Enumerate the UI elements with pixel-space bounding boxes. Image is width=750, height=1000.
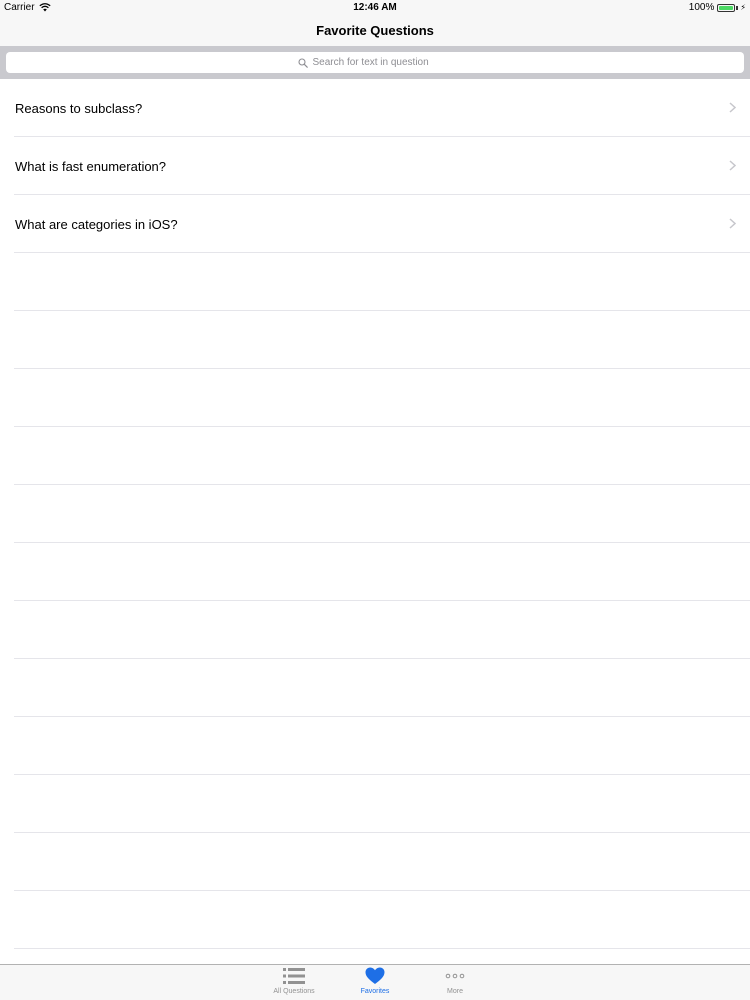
- battery-percent: 100%: [688, 2, 715, 13]
- empty-row: [0, 311, 750, 369]
- empty-row: [0, 659, 750, 717]
- empty-row: [0, 717, 750, 775]
- empty-row: [0, 369, 750, 427]
- charging-icon: ⚡: [740, 3, 746, 12]
- search-bar: [0, 46, 750, 79]
- question-list: Reasons to subclass? What is fast enumera…: [0, 79, 750, 949]
- empty-row: [0, 833, 750, 891]
- empty-row: [0, 775, 750, 833]
- list-icon: [283, 968, 305, 984]
- question-label: What is fast enumeration?: [15, 158, 167, 174]
- search-field[interactable]: [6, 52, 744, 73]
- tab-label: Favorites: [360, 988, 390, 995]
- question-row[interactable]: Reasons to subclass?: [0, 79, 750, 137]
- empty-row: [0, 543, 750, 601]
- tab-bar: All Questions Favorites More: [0, 964, 750, 1000]
- heart-icon: [365, 967, 385, 984]
- chevron-right-icon: [729, 218, 736, 229]
- search-input[interactable]: [312, 57, 453, 68]
- more-icon: [445, 973, 465, 979]
- empty-row: [0, 427, 750, 485]
- empty-row: [0, 891, 750, 949]
- search-icon: [297, 57, 308, 68]
- empty-row: [0, 601, 750, 659]
- tab-all-questions[interactable]: All Questions: [254, 967, 334, 995]
- tab-label: All Questions: [273, 988, 315, 995]
- question-row[interactable]: What is fast enumeration?: [0, 137, 750, 195]
- question-label: Reasons to subclass?: [15, 100, 143, 116]
- battery-fill: [719, 5, 734, 10]
- tab-label: More: [447, 988, 463, 995]
- chevron-right-icon: [729, 102, 736, 113]
- battery-group: 100% ⚡: [689, 2, 746, 13]
- empty-row: [0, 485, 750, 543]
- chevron-right-icon: [729, 160, 736, 171]
- page-title: Favorite Questions: [316, 23, 434, 38]
- battery-tip: [736, 5, 739, 10]
- tab-more[interactable]: More: [415, 967, 495, 995]
- tab-favorites[interactable]: Favorites: [335, 967, 415, 995]
- battery-icon: [717, 3, 736, 12]
- empty-row: [0, 253, 750, 311]
- navigation-bar: Favorite Questions: [0, 16, 750, 46]
- question-label: What are categories in iOS?: [15, 216, 178, 232]
- question-row[interactable]: What are categories in iOS?: [0, 195, 750, 253]
- status-bar: Carrier 12:46 AM 100% ⚡: [0, 0, 750, 16]
- status-time: 12:46 AM: [353, 2, 397, 13]
